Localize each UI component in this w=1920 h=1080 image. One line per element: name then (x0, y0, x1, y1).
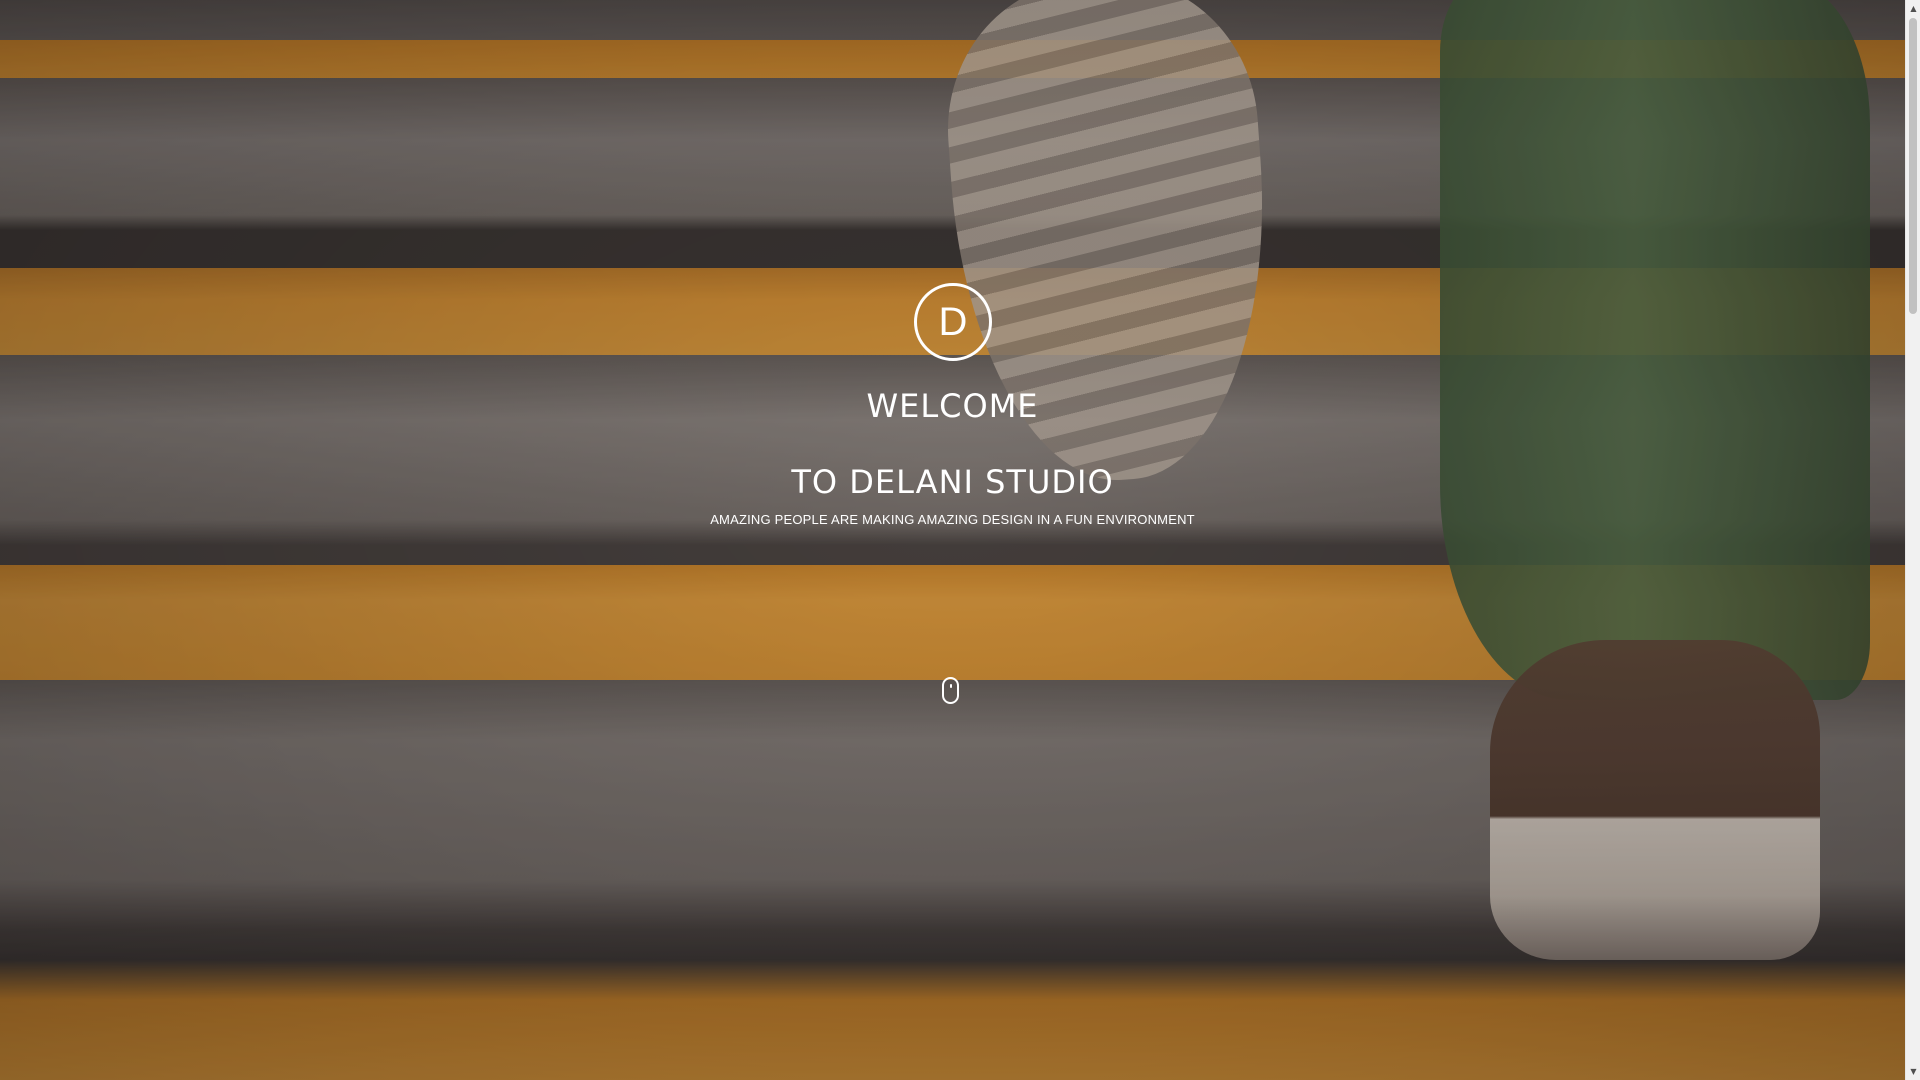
page-viewport: D WELCOME TO DELANI STUDIO AMAZING PEOPL… (0, 0, 1905, 1080)
logo[interactable]: D (914, 283, 992, 361)
scroll-down-arrow-icon[interactable]: ▼ (1906, 1063, 1920, 1080)
logo-letter: D (938, 299, 968, 344)
scrollbar-thumb[interactable] (1909, 18, 1917, 314)
hero-section: D WELCOME TO DELANI STUDIO AMAZING PEOPL… (0, 0, 1905, 1080)
mouse-wheel-dot (950, 684, 952, 688)
hero-headline-welcome: WELCOME (866, 387, 1039, 425)
mouse-scroll-icon[interactable] (942, 677, 959, 704)
hero-headline-studio: TO DELANI STUDIO (791, 463, 1114, 501)
scroll-up-arrow-icon[interactable]: ▲ (1906, 0, 1920, 17)
vertical-scrollbar[interactable]: ▲ ▼ (1905, 0, 1920, 1080)
hero-tagline: AMAZING PEOPLE ARE MAKING AMAZING DESIGN… (710, 512, 1195, 527)
